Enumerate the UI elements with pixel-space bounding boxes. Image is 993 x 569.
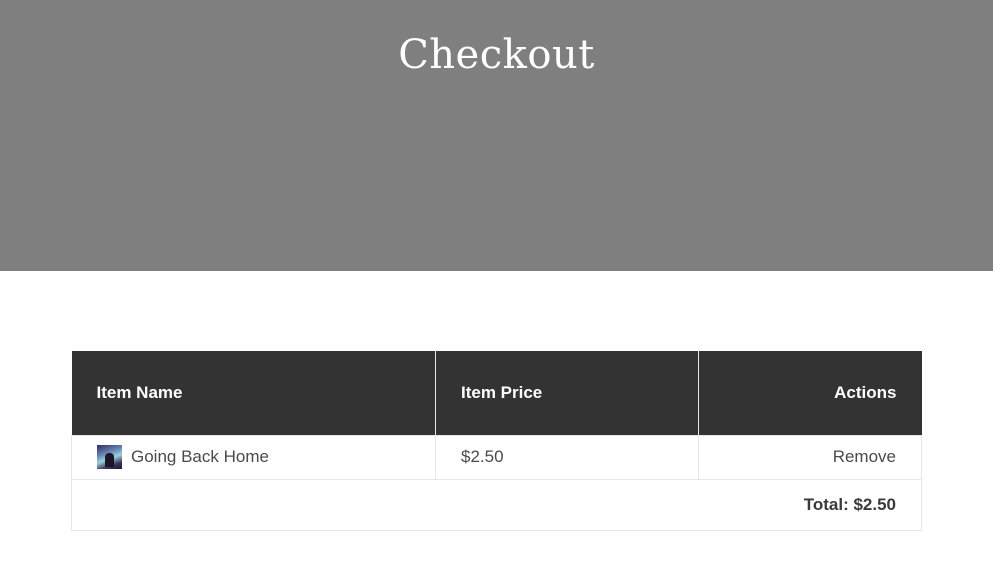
album-art-thumbnail-icon — [97, 445, 122, 469]
cart-total: Total: $2.50 — [71, 478, 922, 531]
item-name: Going Back Home — [131, 447, 269, 466]
page-header-banner: Checkout — [0, 0, 993, 271]
page-title: Checkout — [398, 32, 595, 78]
column-header-item-name: Item Name — [71, 351, 436, 435]
checkout-cart-table: Item Name Item Price Actions Going Back … — [71, 351, 922, 531]
total-row: Total: $2.50 — [71, 478, 922, 531]
item-name-cell: Going Back Home — [71, 434, 436, 480]
column-header-item-price: Item Price — [435, 351, 699, 435]
table-header-row: Item Name Item Price Actions — [71, 351, 922, 435]
column-header-actions: Actions — [698, 351, 922, 435]
item-actions-cell: Remove — [698, 434, 922, 480]
item-price: $2.50 — [435, 434, 699, 480]
table-row: Going Back Home $2.50 Remove — [71, 434, 922, 480]
remove-item-link[interactable]: Remove — [833, 447, 896, 466]
